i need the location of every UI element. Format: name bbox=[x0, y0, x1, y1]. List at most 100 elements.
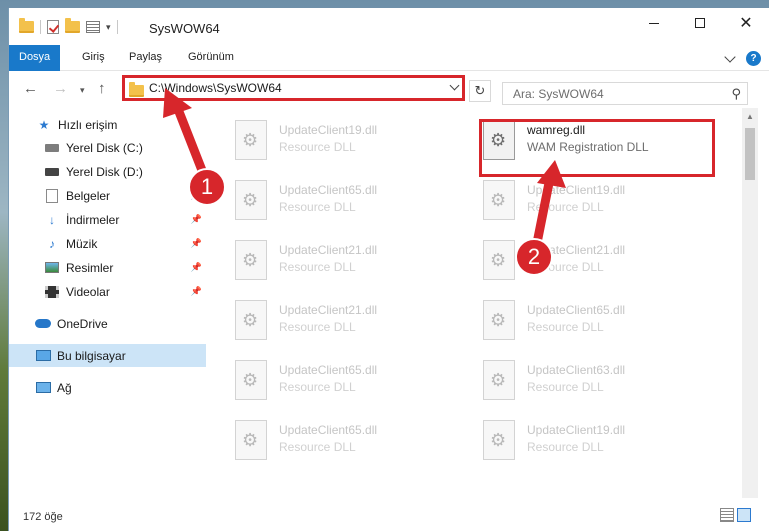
sidebar-item-music[interactable]: ♪ Müzik 📌 bbox=[44, 232, 204, 255]
file-name: UpdateClient65.dll bbox=[279, 183, 378, 197]
pin-icon[interactable]: 📌 bbox=[191, 262, 202, 273]
file-item[interactable]: UpdateClient21.dll Resource DLL bbox=[209, 232, 449, 284]
search-icon[interactable]: ⚲ bbox=[731, 86, 741, 102]
sidebar-item-network[interactable]: Ağ bbox=[35, 376, 205, 399]
file-type: Resource DLL bbox=[279, 380, 356, 394]
file-item[interactable]: UpdateClient19.dll Resource DLL bbox=[457, 172, 697, 224]
file-item[interactable]: UpdateClient21.dll Resource DLL bbox=[457, 232, 697, 284]
file-list: UpdateClient19.dll Resource DLL wamreg.d… bbox=[209, 108, 741, 498]
recent-locations-chevron-icon[interactable]: ▾ bbox=[80, 85, 85, 96]
file-item[interactable]: UpdateClient21.dll Resource DLL bbox=[209, 292, 449, 344]
dll-file-icon bbox=[235, 300, 267, 340]
file-item[interactable]: UpdateClient65.dll Resource DLL bbox=[209, 352, 449, 404]
sidebar-item-onedrive[interactable]: OneDrive bbox=[35, 312, 205, 335]
dll-file-icon bbox=[235, 420, 267, 460]
details-view-icon[interactable] bbox=[720, 508, 734, 522]
sidebar-item-label: Resimler bbox=[66, 260, 114, 275]
file-type: Resource DLL bbox=[279, 200, 356, 214]
close-button[interactable]: ✕ bbox=[723, 8, 769, 38]
back-arrow-icon[interactable]: ← bbox=[23, 80, 38, 97]
search-placeholder: Ara: SysWOW64 bbox=[513, 87, 604, 101]
sidebar-item-label: Belgeler bbox=[66, 188, 111, 203]
customize-toolbar-chevron-down-icon[interactable]: ▾ bbox=[106, 22, 111, 33]
address-bar[interactable]: C:\Windows\SysWOW64 bbox=[122, 75, 465, 101]
large-icons-view-icon[interactable] bbox=[737, 508, 751, 522]
toolbar-separator bbox=[116, 20, 118, 34]
sidebar-item-label: Yerel Disk (C:) bbox=[66, 140, 143, 155]
scrollbar-thumb[interactable] bbox=[745, 128, 755, 180]
dll-file-icon bbox=[235, 120, 267, 160]
file-item[interactable]: UpdateClient65.dll Resource DLL bbox=[457, 292, 697, 344]
help-icon[interactable]: ? bbox=[746, 51, 761, 66]
tab-view[interactable]: Görünüm bbox=[188, 45, 234, 71]
file-name: UpdateClient21.dll bbox=[279, 303, 378, 317]
step-2-badge: 2 bbox=[515, 238, 553, 276]
maximize-button[interactable] bbox=[677, 8, 723, 38]
step-1-badge: 1 bbox=[188, 168, 226, 206]
close-icon: ✕ bbox=[739, 15, 753, 32]
forward-arrow-icon[interactable]: → bbox=[53, 80, 68, 97]
sidebar-item-pictures[interactable]: Resimler 📌 bbox=[44, 256, 204, 279]
cloud-icon bbox=[35, 319, 51, 328]
file-name: UpdateClient63.dll bbox=[527, 363, 626, 377]
scroll-up-arrow-icon[interactable]: ▲ bbox=[746, 112, 754, 121]
properties-check-icon[interactable] bbox=[47, 20, 59, 34]
file-name: UpdateClient19.dll bbox=[527, 183, 626, 197]
sidebar-item-local-disk-d[interactable]: Yerel Disk (D:) bbox=[44, 160, 204, 183]
up-arrow-icon[interactable]: ↑ bbox=[98, 80, 106, 97]
sidebar-item-label: Müzik bbox=[66, 236, 98, 251]
sidebar-item-label: OneDrive bbox=[57, 316, 108, 331]
vertical-scrollbar[interactable]: ▲ bbox=[742, 108, 758, 498]
document-icon bbox=[46, 188, 58, 203]
minimize-button[interactable] bbox=[631, 8, 677, 38]
navigation-pane: ★ Hızlı erişim Yerel Disk (C:) Yerel Dis… bbox=[9, 108, 206, 498]
network-icon bbox=[35, 382, 51, 393]
file-item[interactable]: UpdateClient19.dll Resource DLL bbox=[209, 112, 449, 164]
file-name: UpdateClient21.dll bbox=[279, 243, 378, 257]
sidebar-item-documents[interactable]: Belgeler 📌 bbox=[44, 184, 204, 207]
expand-ribbon-chevron-icon[interactable] bbox=[724, 50, 736, 63]
file-type: Resource DLL bbox=[279, 140, 356, 154]
search-input[interactable]: Ara: SysWOW64 ⚲ bbox=[502, 82, 748, 105]
pin-icon[interactable]: 📌 bbox=[191, 238, 202, 249]
sidebar-item-downloads[interactable]: ↓ İndirmeler 📌 bbox=[44, 208, 204, 231]
file-item[interactable]: UpdateClient19.dll Resource DLL bbox=[457, 412, 697, 464]
address-dropdown-chevron-icon[interactable] bbox=[449, 80, 460, 91]
sidebar-item-local-disk-c[interactable]: Yerel Disk (C:) bbox=[44, 136, 204, 159]
sidebar-item-label: Ağ bbox=[57, 380, 72, 395]
file-item[interactable]: UpdateClient65.dll Resource DLL bbox=[209, 412, 449, 464]
new-folder-icon[interactable] bbox=[65, 18, 80, 33]
address-path[interactable]: C:\Windows\SysWOW64 bbox=[149, 81, 282, 95]
file-type: Resource DLL bbox=[527, 200, 604, 214]
sidebar-item-videos[interactable]: Videolar 📌 bbox=[44, 280, 204, 303]
ribbon-tabs: Dosya Giriş Paylaş Görünüm ? bbox=[9, 45, 769, 71]
dll-file-icon bbox=[235, 240, 267, 280]
tab-file[interactable]: Dosya bbox=[9, 45, 61, 71]
dll-file-icon bbox=[483, 180, 515, 220]
tab-home[interactable]: Giriş bbox=[82, 45, 105, 71]
file-item[interactable]: UpdateClient65.dll Resource DLL bbox=[209, 172, 449, 224]
drive-icon bbox=[45, 143, 59, 152]
picture-icon bbox=[45, 262, 59, 273]
music-icon: ♪ bbox=[49, 236, 55, 251]
file-item[interactable]: UpdateClient63.dll Resource DLL bbox=[457, 352, 697, 404]
dll-file-icon bbox=[235, 360, 267, 400]
file-type: Resource DLL bbox=[279, 320, 356, 334]
video-icon bbox=[45, 285, 59, 298]
file-type: Resource DLL bbox=[527, 440, 604, 454]
highlight-box bbox=[479, 119, 715, 177]
sidebar-item-label: Yerel Disk (D:) bbox=[66, 164, 143, 179]
sidebar-item-quick-access[interactable]: ★ Hızlı erişim bbox=[36, 113, 233, 136]
file-type: Resource DLL bbox=[527, 320, 604, 334]
file-name: UpdateClient65.dll bbox=[279, 423, 378, 437]
tab-share[interactable]: Paylaş bbox=[129, 45, 162, 71]
refresh-button[interactable]: ↻ bbox=[469, 80, 491, 102]
view-properties-icon[interactable] bbox=[86, 21, 100, 33]
sidebar-item-this-pc[interactable]: Bu bilgisayar bbox=[9, 344, 206, 367]
sidebar-item-label: Videolar bbox=[66, 284, 110, 299]
window-title: SysWOW64 bbox=[149, 21, 220, 36]
pin-icon[interactable]: 📌 bbox=[191, 286, 202, 297]
quick-access-toolbar: ▾ bbox=[19, 18, 118, 34]
pin-icon[interactable]: 📌 bbox=[191, 214, 202, 225]
dll-file-icon bbox=[483, 420, 515, 460]
